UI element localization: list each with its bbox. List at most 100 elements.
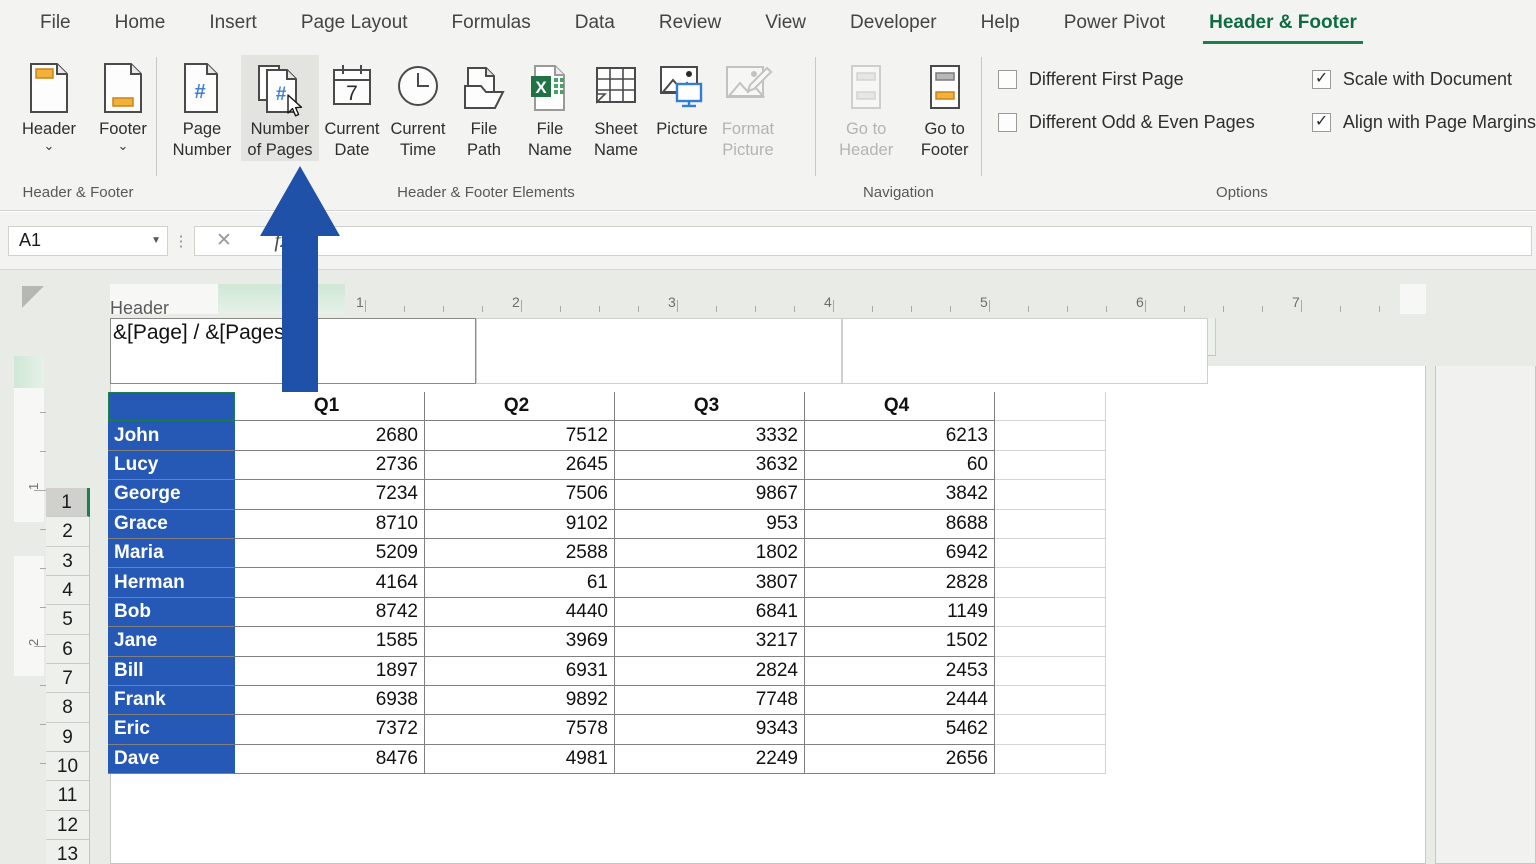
formula-input[interactable] (312, 225, 1532, 256)
cell-value[interactable]: 2824 (615, 656, 805, 686)
checkbox-box[interactable] (1311, 68, 1331, 89)
cell-value[interactable]: 61 (425, 568, 615, 598)
cell-value[interactable]: 7234 (235, 480, 425, 510)
table-empty-cell[interactable] (995, 685, 1106, 716)
cell-value[interactable]: 5462 (805, 715, 995, 745)
cell-value[interactable]: 3332 (615, 421, 805, 451)
file-name-button[interactable]: X File Name (517, 55, 583, 161)
cell-value[interactable]: 2645 (425, 450, 615, 481)
tab-home[interactable]: Home (93, 1, 188, 47)
chevron-down-icon[interactable]: ⌄ (44, 139, 55, 152)
checkbox-different-odd-even-pages[interactable]: Different Odd & Even Pages (997, 112, 1288, 133)
chevron-down-icon[interactable]: ▼ (151, 235, 161, 246)
table-empty-cell[interactable] (995, 656, 1106, 686)
cell-value[interactable]: 8742 (235, 597, 425, 628)
table-empty-cell[interactable] (995, 509, 1106, 539)
checkbox-box[interactable] (997, 113, 1017, 132)
row-header-10[interactable]: 10 (46, 752, 90, 781)
cell-value[interactable]: 2444 (805, 685, 995, 716)
cell-value[interactable]: 7372 (235, 715, 425, 745)
cell-value[interactable]: 8710 (235, 509, 425, 539)
cell-value[interactable]: 4164 (235, 568, 425, 598)
row-header-1[interactable]: 1 (46, 488, 90, 517)
row-label[interactable]: Frank (108, 685, 235, 716)
row-header-8[interactable]: 8 (46, 693, 90, 723)
cell-value[interactable]: 4981 (425, 744, 615, 775)
cell-value[interactable]: 7506 (425, 480, 615, 510)
cell-value[interactable]: 6931 (425, 656, 615, 686)
row-header-5[interactable]: 5 (46, 605, 90, 635)
cell-value[interactable]: 2588 (425, 538, 615, 569)
cell-value[interactable]: 3969 (425, 627, 615, 657)
cell-value[interactable]: 7748 (615, 685, 805, 716)
row-label[interactable]: Grace (108, 509, 235, 539)
cell-value[interactable]: 9102 (425, 509, 615, 539)
cell-value[interactable]: 953 (615, 509, 805, 539)
row-header-6[interactable]: 6 (46, 635, 90, 664)
cell-value[interactable]: 4440 (425, 597, 615, 628)
tab-data[interactable]: Data (553, 1, 637, 47)
table-empty-cell[interactable] (995, 421, 1106, 451)
table-empty-cell[interactable] (995, 715, 1106, 745)
tab-page-layout[interactable]: Page Layout (279, 1, 430, 47)
picture-button[interactable]: Picture (649, 55, 715, 140)
row-label[interactable]: Maria (108, 538, 235, 569)
tab-header-and-footer[interactable]: Header & Footer (1187, 1, 1379, 47)
tab-insert[interactable]: Insert (187, 1, 279, 47)
tab-help[interactable]: Help (959, 1, 1042, 47)
row-header-9[interactable]: 9 (46, 723, 90, 752)
cancel-icon[interactable]: ✕ (195, 229, 253, 252)
current-date-button[interactable]: 7 Current Date (319, 55, 385, 161)
cell-value[interactable]: 1149 (805, 597, 995, 628)
header-section-center[interactable] (476, 318, 842, 384)
select-all-triangle-icon[interactable] (22, 286, 44, 308)
row-label[interactable]: George (108, 480, 235, 510)
cell-value[interactable]: 3842 (805, 480, 995, 510)
table-empty-cell[interactable] (995, 597, 1106, 628)
cell-value[interactable]: 9867 (615, 480, 805, 510)
checkbox-box[interactable] (997, 70, 1017, 89)
cell-value[interactable]: 7578 (425, 715, 615, 745)
file-path-button[interactable]: File Path (451, 55, 517, 161)
cell-value[interactable]: 1585 (235, 627, 425, 657)
cell-value[interactable]: 3807 (615, 568, 805, 598)
go-to-footer-button[interactable]: Go to Footer (908, 55, 981, 161)
current-time-button[interactable]: Current Time (385, 55, 451, 161)
table-empty-cell[interactable] (995, 627, 1106, 657)
table-empty-cell[interactable] (995, 744, 1106, 775)
cell-value[interactable]: 8476 (235, 744, 425, 775)
header-section-right[interactable] (842, 318, 1208, 384)
checkbox-scale-with-document[interactable]: Scale with Document (1311, 68, 1536, 90)
row-label[interactable]: Jane (108, 627, 235, 657)
number-of-pages-button[interactable]: # Number of Pages (240, 55, 319, 161)
row-label[interactable]: Lucy (108, 450, 235, 481)
cell-value[interactable]: 6841 (615, 597, 805, 628)
chevron-down-icon[interactable]: ⌄ (118, 139, 129, 152)
cell-value[interactable]: 2249 (615, 744, 805, 775)
cell-value[interactable]: 2656 (805, 744, 995, 775)
tab-power-pivot[interactable]: Power Pivot (1042, 1, 1187, 47)
cell-value[interactable]: 2736 (235, 450, 425, 481)
tab-formulas[interactable]: Formulas (430, 1, 553, 47)
name-box-expander[interactable]: ⋮ (168, 232, 194, 250)
checkbox-align-with-page-margins[interactable]: Align with Page Margins (1311, 111, 1536, 133)
table-empty-cell[interactable] (995, 450, 1106, 481)
footer-button[interactable]: Footer ⌄ (90, 55, 156, 152)
cell-value[interactable]: 2828 (805, 568, 995, 598)
cell-value[interactable]: 9892 (425, 685, 615, 716)
table-column-header-q4[interactable]: Q4 (805, 392, 995, 422)
cell-value[interactable]: 2680 (235, 421, 425, 451)
row-label[interactable]: Herman (108, 568, 235, 598)
tab-developer[interactable]: Developer (828, 1, 959, 47)
table-column-header-q3[interactable]: Q3 (615, 392, 805, 422)
table-empty-cell[interactable] (995, 568, 1106, 598)
page-number-button[interactable]: # Page Number (163, 55, 241, 161)
cell-value[interactable]: 60 (805, 450, 995, 481)
checkbox-box[interactable] (1311, 111, 1331, 132)
cell-value[interactable]: 2453 (805, 656, 995, 686)
cell-value[interactable]: 1502 (805, 627, 995, 657)
name-box[interactable]: A1 ▼ (8, 225, 168, 256)
header-button[interactable]: Header ⌄ (16, 55, 82, 152)
table-column-header-q2[interactable]: Q2 (425, 392, 615, 422)
cell-value[interactable]: 6213 (805, 421, 995, 451)
